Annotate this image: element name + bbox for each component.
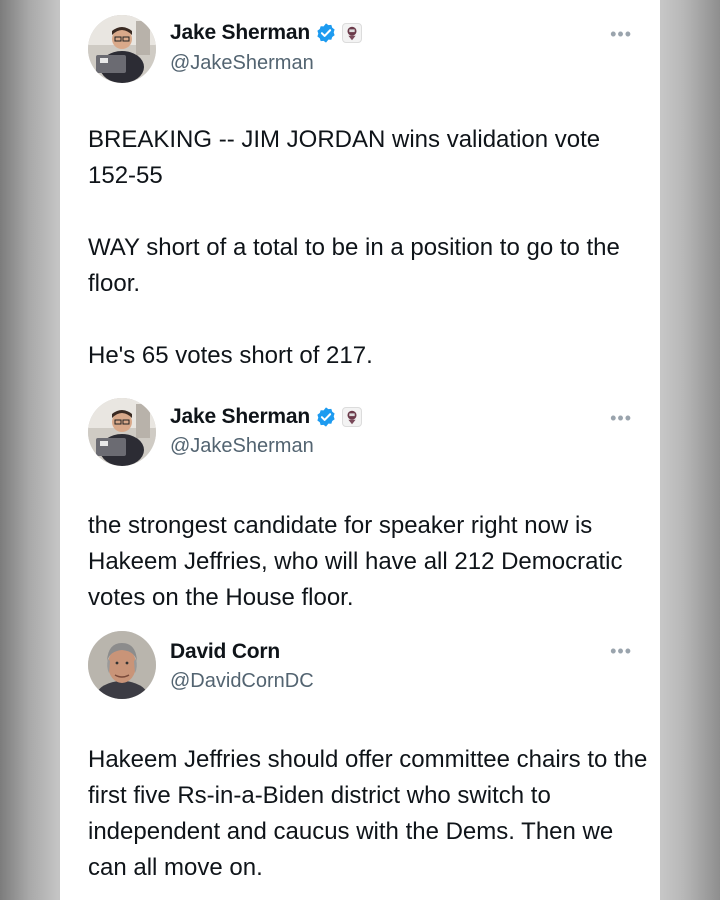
tweet-3[interactable]: David Corn @DavidCornDC ••• Hakeem Jeffr… [60, 620, 660, 900]
tweet-paragraph: WAY short of a total to be in a position… [88, 234, 620, 297]
verified-badge-icon [317, 23, 335, 43]
tweet-paragraph: Hakeem Jeffries should offer committee c… [88, 746, 648, 881]
author-row: David Corn [170, 638, 280, 666]
profile-photo-icon [88, 15, 156, 83]
tweet-text: Hakeem Jeffries should offer committee c… [88, 742, 648, 886]
tweet-paragraph: BREAKING -- JIM JORDAN wins validation v… [88, 126, 601, 189]
avatar[interactable] [88, 15, 156, 83]
tweet-2[interactable]: Jake Sherman @JakeSherman ••• the strong… [60, 390, 660, 620]
tweet-1[interactable]: Jake Sherman @JakeSherman ••• BREAKING -… [60, 0, 660, 390]
more-options-icon[interactable]: ••• [610, 641, 632, 662]
affiliate-badge-icon [342, 407, 363, 427]
author-name[interactable]: David Corn [170, 640, 280, 664]
avatar[interactable] [88, 631, 156, 699]
avatar[interactable] [88, 398, 156, 466]
more-options-icon[interactable]: ••• [610, 24, 632, 45]
author-handle[interactable]: @JakeSherman [170, 52, 314, 75]
profile-photo-icon [88, 398, 156, 466]
author-name[interactable]: Jake Sherman [170, 405, 310, 429]
author-row: Jake Sherman [170, 403, 363, 431]
tweet-paragraph: He's 65 votes short of 217. [88, 342, 373, 369]
author-handle[interactable]: @JakeSherman [170, 435, 314, 458]
author-handle[interactable]: @DavidCornDC [170, 670, 314, 693]
screenshot-card: Jake Sherman @JakeSherman ••• BREAKING -… [60, 0, 660, 900]
tweet-paragraph: the strongest candidate for speaker righ… [88, 512, 623, 611]
tweet-text: BREAKING -- JIM JORDAN wins validation v… [88, 122, 648, 374]
verified-badge-icon [317, 407, 335, 427]
profile-photo-icon [88, 631, 156, 699]
affiliate-badge-icon [342, 23, 363, 43]
author-row: Jake Sherman [170, 19, 363, 47]
author-name[interactable]: Jake Sherman [170, 21, 310, 45]
tweet-text: the strongest candidate for speaker righ… [88, 508, 648, 616]
more-options-icon[interactable]: ••• [610, 408, 632, 429]
